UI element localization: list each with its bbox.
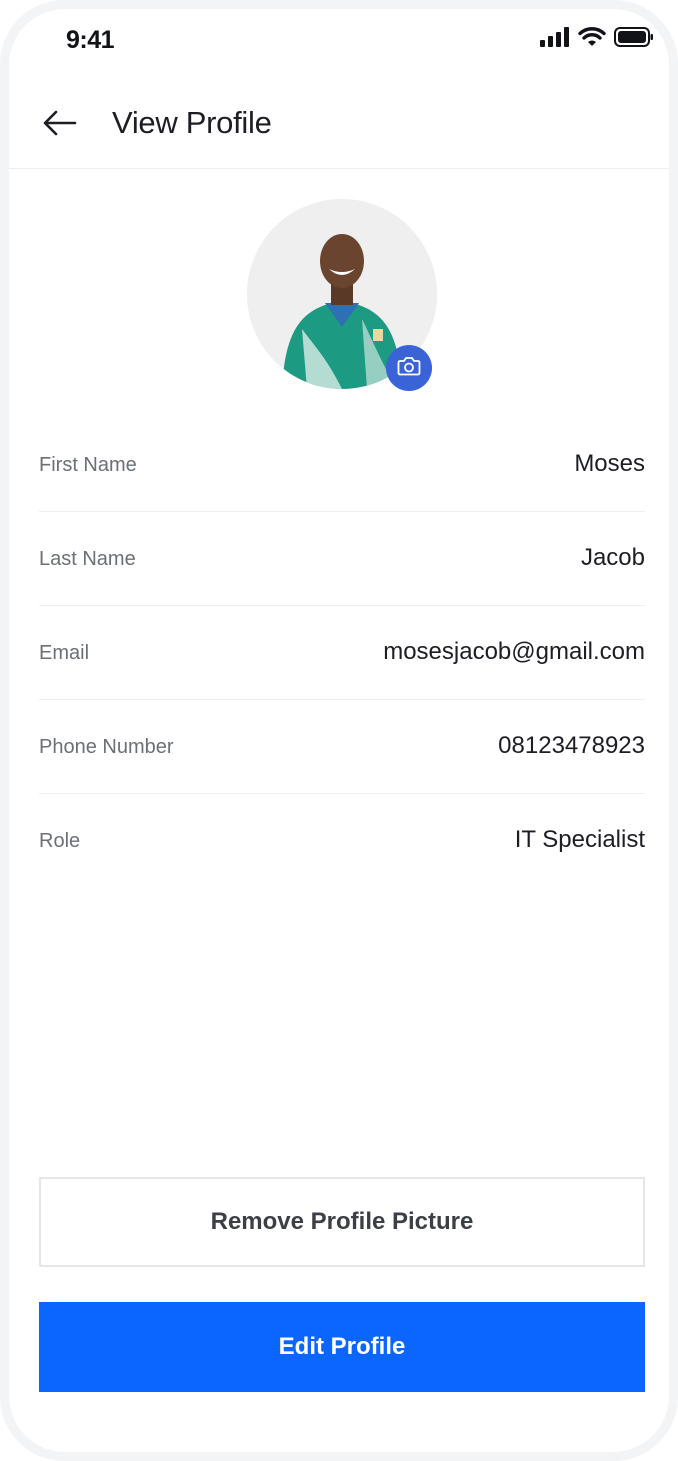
first-name-row: First Name Moses <box>39 418 645 512</box>
first-name-label: First Name <box>39 454 137 476</box>
email-label: Email <box>39 642 90 664</box>
role-value: IT Specialist <box>514 826 645 853</box>
last-name-label: Last Name <box>39 548 136 570</box>
change-photo-button[interactable] <box>386 345 432 391</box>
page-title: View Profile <box>112 105 272 140</box>
last-name-value: Jacob <box>580 544 645 571</box>
phone-number-value: 08123478923 <box>498 732 645 759</box>
email-value: mosesjacob@gmail.com <box>383 638 645 665</box>
phone-number-label: Phone Number <box>39 736 174 758</box>
email-row: Email mosesjacob@gmail.com <box>39 606 645 700</box>
arrow-left-icon[interactable] <box>43 110 77 136</box>
role-row: Role IT Specialist <box>39 794 645 888</box>
signal-icon <box>540 26 570 52</box>
role-label: Role <box>39 830 81 852</box>
status-icons <box>540 26 654 52</box>
status-time: 9:41 <box>66 26 115 54</box>
wifi-icon <box>578 26 606 52</box>
screen: 9:41 View Profile First Name Moses Last … <box>9 9 669 1452</box>
remove-profile-picture-button[interactable]: Remove Profile Picture <box>39 1177 645 1267</box>
profile-details: First Name Moses Last Name Jacob Email m… <box>39 418 645 888</box>
edit-profile-button[interactable]: Edit Profile <box>39 1302 645 1392</box>
camera-icon <box>397 356 421 381</box>
last-name-row: Last Name Jacob <box>39 512 645 606</box>
phone-number-row: Phone Number 08123478923 <box>39 700 645 794</box>
status-bar: 9:41 <box>9 9 669 73</box>
battery-icon <box>614 26 654 52</box>
header: View Profile <box>9 79 669 169</box>
first-name-value: Moses <box>574 450 645 477</box>
phone-frame: 9:41 View Profile First Name Moses Last … <box>0 0 678 1461</box>
